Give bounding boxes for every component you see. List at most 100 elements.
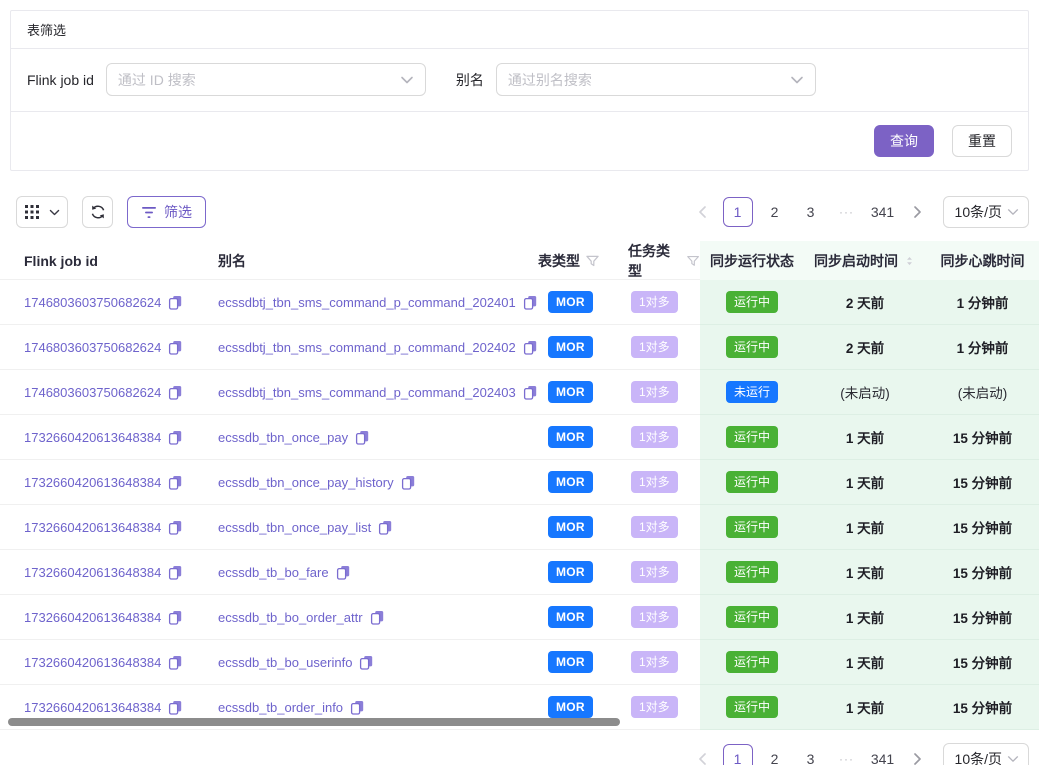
alias-link[interactable]: ecssdb_tb_bo_order_attr [218, 610, 363, 625]
job-id-select-placeholder: 通过 ID 搜索 [118, 70, 196, 90]
copy-icon[interactable] [523, 385, 538, 400]
table-type-cell: MOR [538, 505, 628, 550]
copy-icon[interactable] [168, 700, 183, 715]
table-row[interactable]: 1732660420613648384 ecssdb_tb_bo_order_a… [0, 595, 1039, 640]
alias-select[interactable]: 通过别名搜索 [496, 63, 816, 96]
copy-icon[interactable] [378, 520, 393, 535]
page-size-select[interactable]: 10条/页 [943, 196, 1029, 228]
table-row[interactable]: 1746803603750682624 ecssdbtj_tbn_sms_com… [0, 370, 1039, 415]
copy-icon [350, 700, 365, 715]
task-type-badge: 1对多 [631, 606, 678, 628]
copy-icon[interactable] [370, 610, 385, 625]
page-ellipsis[interactable]: ··· [833, 198, 861, 226]
copy-icon[interactable] [523, 295, 538, 310]
page-button-3[interactable]: 3 [797, 198, 825, 226]
table-row[interactable]: 1732660420613648384 ecssdb_tbn_once_pay_… [0, 460, 1039, 505]
next-page-button[interactable] [905, 198, 929, 226]
copy-icon[interactable] [523, 340, 538, 355]
column-header-table-type[interactable]: 表类型 [538, 241, 628, 281]
sync-status-badge: 运行中 [726, 696, 778, 718]
horizontal-scrollbar[interactable] [8, 718, 620, 726]
job-id-select[interactable]: 通过 ID 搜索 [106, 63, 426, 96]
filter-funnel-icon[interactable] [585, 254, 600, 268]
table-row[interactable]: 1746803603750682624 ecssdbtj_tbn_sms_com… [0, 325, 1039, 370]
column-header-sync-heartbeat[interactable]: 同步心跳时间 [926, 241, 1039, 281]
alias-link[interactable]: ecssdb_tb_bo_userinfo [218, 655, 352, 670]
copy-icon [168, 610, 183, 625]
job-id-link[interactable]: 1746803603750682624 [24, 295, 161, 310]
copy-icon[interactable] [168, 520, 183, 535]
filter-funnel-icon[interactable] [686, 254, 700, 268]
task-type-badge: 1对多 [631, 336, 678, 358]
column-header-sync-start[interactable]: 同步启动时间 [804, 241, 926, 281]
task-type-cell: 1对多 [628, 280, 700, 325]
alias-link[interactable]: ecssdbtj_tbn_sms_command_p_command_20240… [218, 385, 516, 400]
next-page-button[interactable] [905, 745, 929, 765]
alias-link[interactable]: ecssdb_tbn_once_pay_list [218, 520, 371, 535]
table-type-cell: MOR [538, 325, 628, 370]
table-type-cell: MOR [538, 370, 628, 415]
job-id-link[interactable]: 1746803603750682624 [24, 340, 161, 355]
prev-page-button[interactable] [691, 198, 715, 226]
column-header-alias[interactable]: 别名 [218, 241, 538, 281]
page-button-last[interactable]: 341 [869, 745, 897, 765]
task-type-badge: 1对多 [631, 471, 678, 493]
page-button-2[interactable]: 2 [761, 198, 789, 226]
copy-icon[interactable] [359, 655, 374, 670]
page-ellipsis[interactable]: ··· [833, 745, 861, 765]
table-row[interactable]: 1732660420613648384 ecssdb_tb_bo_userinf… [0, 640, 1039, 685]
refresh-button[interactable] [82, 196, 113, 228]
sync-status-badge: 运行中 [726, 606, 778, 628]
query-button[interactable]: 查询 [874, 125, 934, 157]
alias-link[interactable]: ecssdb_tbn_once_pay [218, 430, 348, 445]
job-id-link[interactable]: 1732660420613648384 [24, 655, 161, 670]
column-header-job-id[interactable]: Flink job id [0, 241, 218, 281]
copy-icon[interactable] [168, 565, 183, 580]
table-row[interactable]: 1746803603750682624 ecssdbtj_tbn_sms_com… [0, 280, 1039, 325]
copy-icon[interactable] [350, 700, 365, 715]
job-id-link[interactable]: 1732660420613648384 [24, 610, 161, 625]
copy-icon[interactable] [336, 565, 351, 580]
copy-icon[interactable] [401, 475, 416, 490]
sync-start-cell: 1 天前 [804, 415, 926, 460]
alias-link[interactable]: ecssdbtj_tbn_sms_command_p_command_20240… [218, 340, 516, 355]
sorter-icon[interactable] [903, 255, 916, 267]
column-header-sync-status[interactable]: 同步运行状态 [700, 241, 804, 281]
column-settings-button[interactable] [16, 196, 68, 228]
job-id-link[interactable]: 1732660420613648384 [24, 475, 161, 490]
prev-page-button[interactable] [691, 745, 715, 765]
page-button-3[interactable]: 3 [797, 745, 825, 765]
toolbar-left: 筛选 [10, 196, 206, 228]
table-row[interactable]: 1732660420613648384 ecssdb_tb_bo_fare MO… [0, 550, 1039, 595]
alias-link[interactable]: ecssdbtj_tbn_sms_command_p_command_20240… [218, 295, 516, 310]
alias-link[interactable]: ecssdb_tbn_once_pay_history [218, 475, 394, 490]
copy-icon[interactable] [168, 295, 183, 310]
page-size-select[interactable]: 10条/页 [943, 743, 1029, 765]
copy-icon[interactable] [168, 430, 183, 445]
page-button-1[interactable]: 1 [723, 197, 753, 227]
copy-icon [359, 655, 374, 670]
page-button-1[interactable]: 1 [723, 744, 753, 765]
alias-cell: ecssdb_tb_bo_order_attr [218, 595, 538, 640]
copy-icon[interactable] [168, 655, 183, 670]
copy-icon[interactable] [355, 430, 370, 445]
table-row[interactable]: 1732660420613648384 ecssdb_tbn_once_pay_… [0, 505, 1039, 550]
job-id-cell: 1732660420613648384 [0, 595, 218, 640]
job-id-link[interactable]: 1732660420613648384 [24, 565, 161, 580]
job-id-link[interactable]: 1732660420613648384 [24, 520, 161, 535]
page-button-last[interactable]: 341 [869, 198, 897, 226]
job-id-link[interactable]: 1732660420613648384 [24, 700, 161, 715]
alias-link[interactable]: ecssdb_tb_order_info [218, 700, 343, 715]
job-id-link[interactable]: 1732660420613648384 [24, 430, 161, 445]
filter-button[interactable]: 筛选 [127, 196, 206, 228]
table-row[interactable]: 1732660420613648384 ecssdb_tbn_once_pay … [0, 415, 1039, 460]
page-button-2[interactable]: 2 [761, 745, 789, 765]
copy-icon[interactable] [168, 385, 183, 400]
column-header-task-type[interactable]: 任务类型 [628, 241, 700, 281]
reset-button[interactable]: 重置 [952, 125, 1012, 157]
alias-link[interactable]: ecssdb_tb_bo_fare [218, 565, 329, 580]
copy-icon[interactable] [168, 610, 183, 625]
job-id-link[interactable]: 1746803603750682624 [24, 385, 161, 400]
copy-icon[interactable] [168, 475, 183, 490]
copy-icon[interactable] [168, 340, 183, 355]
